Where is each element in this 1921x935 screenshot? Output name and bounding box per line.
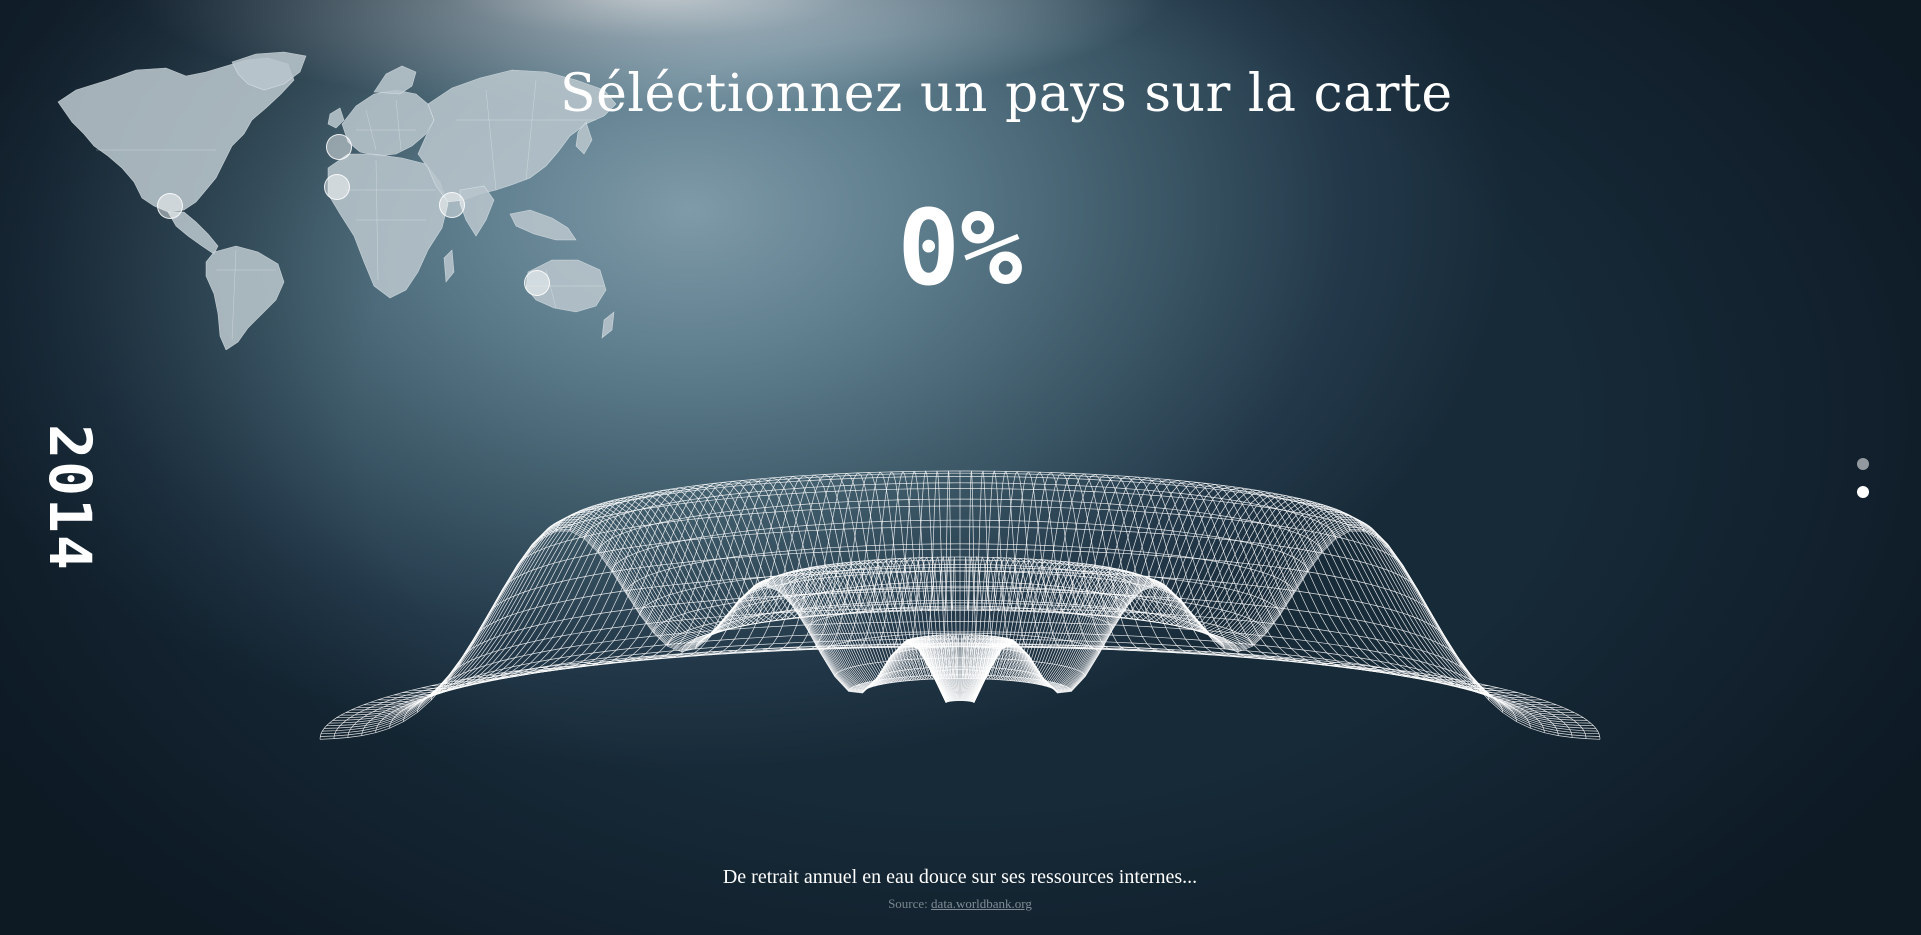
continent-uk <box>327 107 345 129</box>
continent-africa <box>327 153 449 299</box>
source-label: Source: <box>888 896 928 911</box>
section-nav <box>1856 458 1870 514</box>
source-line: Source: data.worldbank.org <box>760 895 1160 913</box>
world-map[interactable] <box>56 50 617 351</box>
wireframe-surface-visualization <box>300 380 1620 820</box>
metric-value: 0% <box>897 187 1023 309</box>
continent-scandinavia <box>373 65 417 95</box>
metric-description: De retrait annuel en eau douce sur ses r… <box>722 866 1198 888</box>
nav-dot-1[interactable] <box>1857 458 1869 470</box>
continent-india <box>459 185 495 237</box>
source-link[interactable]: data.worldbank.org <box>931 896 1032 911</box>
page-title: Séléctionnez un pays sur la carte <box>560 64 1453 124</box>
continent-southeast-asia <box>509 209 577 241</box>
nav-dot-2[interactable] <box>1857 486 1869 498</box>
year-label: 2014 <box>36 424 104 572</box>
continent-south-america <box>205 245 285 351</box>
continent-new-zealand <box>601 311 615 339</box>
map-marker-europe[interactable] <box>326 134 352 160</box>
map-marker-north-africa[interactable] <box>324 174 350 200</box>
map-marker-north-america[interactable] <box>157 193 183 219</box>
continent-madagascar <box>443 249 455 283</box>
continent-europe <box>341 89 435 157</box>
map-marker-australia[interactable] <box>524 270 550 296</box>
map-marker-south-asia[interactable] <box>439 192 465 218</box>
wireframe-surface-graphic <box>319 470 1601 740</box>
world-map-graphic <box>57 51 617 351</box>
continent-central-america <box>167 211 219 255</box>
